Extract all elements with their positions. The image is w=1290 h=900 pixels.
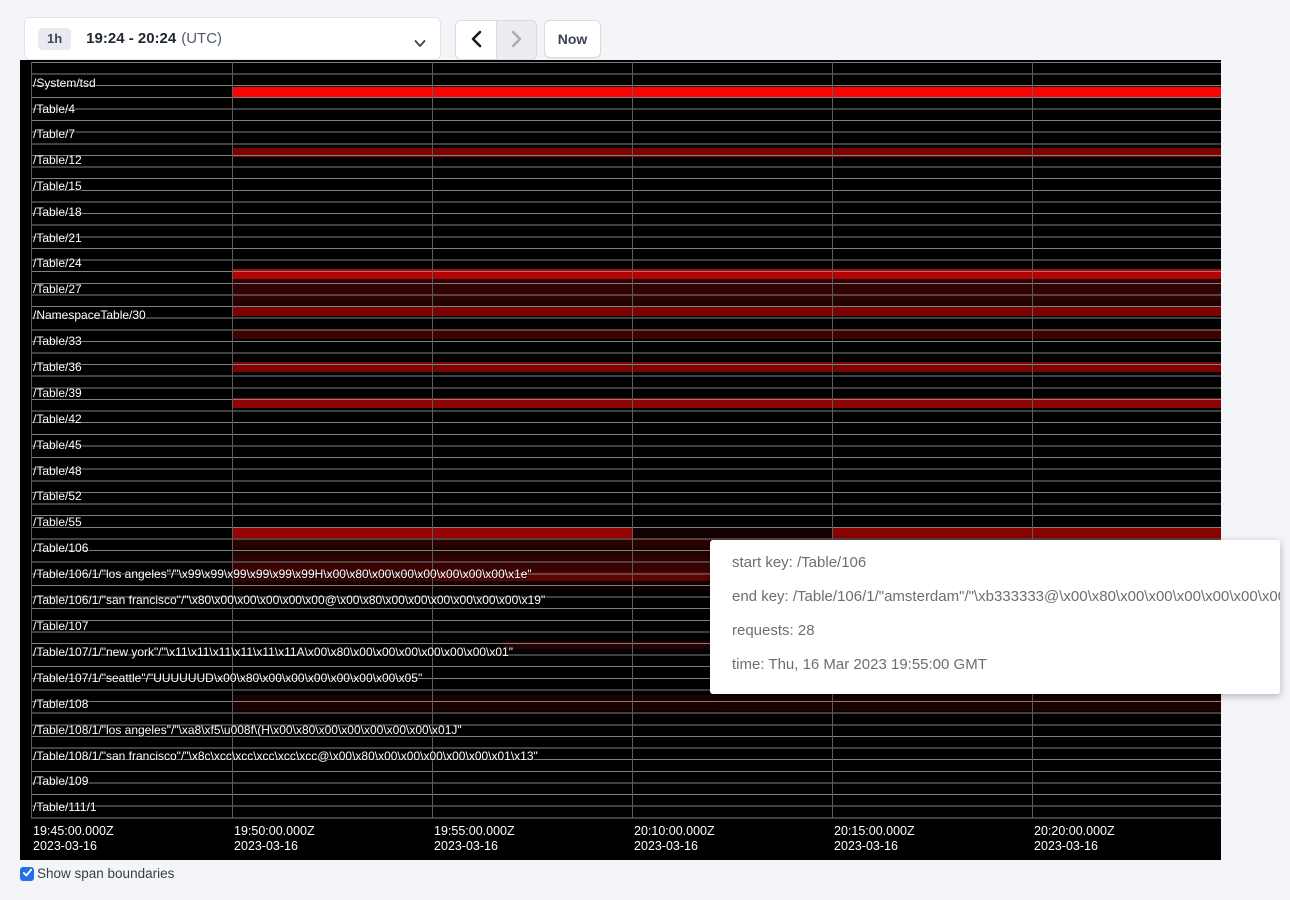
checkbox-label: Show span boundaries bbox=[37, 866, 174, 881]
heatmap-band[interactable] bbox=[232, 307, 1221, 316]
tick-date-label: 2023-03-16 bbox=[434, 839, 515, 854]
chevron-down-icon bbox=[414, 35, 426, 53]
span-label: /Table/24 bbox=[33, 256, 82, 270]
span-label: /Table/106/1/"los angeles"/"\x99\x99\x99… bbox=[33, 567, 532, 581]
time-gridline bbox=[31, 62, 32, 818]
span-label: /Table/109 bbox=[33, 774, 88, 788]
span-label: /System/tsd bbox=[33, 76, 96, 90]
next-time-button[interactable] bbox=[496, 21, 536, 59]
span-label: /Table/108/1/"san francisco"/"\x8c\xcc\x… bbox=[33, 749, 538, 763]
span-label: /Table/21 bbox=[33, 231, 82, 245]
span-label: /Table/48 bbox=[33, 464, 82, 478]
heatmap-band[interactable] bbox=[232, 289, 1221, 299]
tick-time-label: 20:15:00.000Z bbox=[834, 824, 915, 839]
key-visualizer-canvas[interactable]: /System/tsd/Table/4/Table/7/Table/12/Tab… bbox=[20, 60, 1221, 860]
tooltip-start-key: start key: /Table/106 bbox=[710, 552, 1280, 573]
tooltip-requests: requests: 28 bbox=[710, 620, 1280, 641]
now-button[interactable]: Now bbox=[544, 20, 601, 58]
heatmap-band[interactable] bbox=[232, 87, 1221, 97]
span-label: /Table/36 bbox=[33, 360, 82, 374]
duration-badge: 1h bbox=[38, 28, 71, 50]
span-label: /Table/106 bbox=[33, 541, 88, 555]
heatmap-band[interactable] bbox=[232, 398, 1221, 408]
span-label: /Table/108/1/"los angeles"/"\xa8\xf5\u00… bbox=[33, 723, 462, 737]
tooltip-time: time: Thu, 16 Mar 2023 19:55:00 GMT bbox=[710, 654, 1280, 675]
span-label: /Table/107/1/"seattle"/"UUUUUUD\x00\x80\… bbox=[33, 671, 422, 685]
tick-time-label: 20:10:00.000Z bbox=[634, 824, 715, 839]
heatmap-band[interactable] bbox=[232, 148, 1221, 157]
span-label: /Table/55 bbox=[33, 515, 82, 529]
check-icon bbox=[22, 865, 33, 883]
span-label: /NamespaceTable/30 bbox=[33, 308, 146, 322]
show-span-boundaries-checkbox[interactable] bbox=[20, 867, 34, 881]
heatmap-band[interactable] bbox=[232, 269, 1221, 279]
heatmap-band[interactable] bbox=[232, 703, 1221, 711]
time-axis-tick: 20:15:00.000Z2023-03-16 bbox=[834, 824, 915, 854]
time-gridline bbox=[632, 62, 633, 818]
time-axis-tick: 19:50:00.000Z2023-03-16 bbox=[234, 824, 315, 854]
span-label: /Table/108 bbox=[33, 697, 88, 711]
tick-time-label: 19:45:00.000Z bbox=[33, 824, 114, 839]
time-range-label: 19:24 - 20:24 bbox=[86, 30, 176, 47]
span-label: /Table/52 bbox=[33, 489, 82, 503]
chevron-left-icon bbox=[470, 30, 483, 51]
span-label: /Table/15 bbox=[33, 179, 82, 193]
tick-date-label: 2023-03-16 bbox=[834, 839, 915, 854]
heatmap-band[interactable] bbox=[232, 362, 1221, 372]
heatmap-band[interactable] bbox=[232, 299, 1221, 307]
tick-date-label: 2023-03-16 bbox=[33, 839, 114, 854]
tooltip-end-key: end key: /Table/106/1/"amsterdam"/"\xb33… bbox=[710, 586, 1280, 607]
heatmap-band[interactable] bbox=[832, 528, 1221, 538]
span-label: /Table/33 bbox=[33, 334, 82, 348]
tick-date-label: 2023-03-16 bbox=[234, 839, 315, 854]
hover-tooltip: start key: /Table/106 end key: /Table/10… bbox=[710, 540, 1280, 694]
time-gridline bbox=[832, 62, 833, 818]
span-label: /Table/107/1/"new york"/"\x11\x11\x11\x1… bbox=[33, 645, 513, 659]
tick-time-label: 19:55:00.000Z bbox=[434, 824, 515, 839]
span-label: /Table/18 bbox=[33, 205, 82, 219]
chevron-right-icon bbox=[510, 30, 523, 51]
time-gridline bbox=[1032, 62, 1033, 818]
heatmap-band[interactable] bbox=[232, 695, 1221, 703]
span-label: /Table/12 bbox=[33, 153, 82, 167]
span-label: /Table/4 bbox=[33, 102, 75, 116]
tick-time-label: 20:20:00.000Z bbox=[1034, 824, 1115, 839]
heatmap-band[interactable] bbox=[232, 279, 1221, 289]
heatmap-band[interactable] bbox=[632, 528, 832, 538]
span-label: /Table/27 bbox=[33, 282, 82, 296]
time-axis-tick: 20:10:00.000Z2023-03-16 bbox=[634, 824, 715, 854]
time-axis-tick: 19:55:00.000Z2023-03-16 bbox=[434, 824, 515, 854]
tick-date-label: 2023-03-16 bbox=[1034, 839, 1115, 854]
span-label: /Table/111/1 bbox=[33, 800, 97, 814]
span-label: /Table/7 bbox=[33, 127, 75, 141]
time-gridline bbox=[432, 62, 433, 818]
time-axis-tick: 19:45:00.000Z2023-03-16 bbox=[33, 824, 114, 854]
span-label: /Table/42 bbox=[33, 412, 82, 426]
span-boundaries-toggle-row: Show span boundaries bbox=[20, 866, 174, 881]
span-label: /Table/45 bbox=[33, 438, 82, 452]
heatmap-band[interactable] bbox=[232, 329, 1221, 339]
timezone-label: (UTC) bbox=[181, 30, 222, 47]
prev-time-button[interactable] bbox=[456, 21, 496, 59]
time-gridline bbox=[232, 62, 233, 818]
span-label: /Table/107 bbox=[33, 619, 88, 633]
tick-date-label: 2023-03-16 bbox=[634, 839, 715, 854]
time-axis-tick: 20:20:00.000Z2023-03-16 bbox=[1034, 824, 1115, 854]
time-nav-group bbox=[455, 20, 537, 60]
time-range-selector[interactable]: 1h 19:24 - 20:24 (UTC) bbox=[24, 17, 441, 60]
tick-time-label: 19:50:00.000Z bbox=[234, 824, 315, 839]
span-label: /Table/39 bbox=[33, 386, 82, 400]
span-label: /Table/106/1/"san francisco"/"\x80\x00\x… bbox=[33, 593, 545, 607]
